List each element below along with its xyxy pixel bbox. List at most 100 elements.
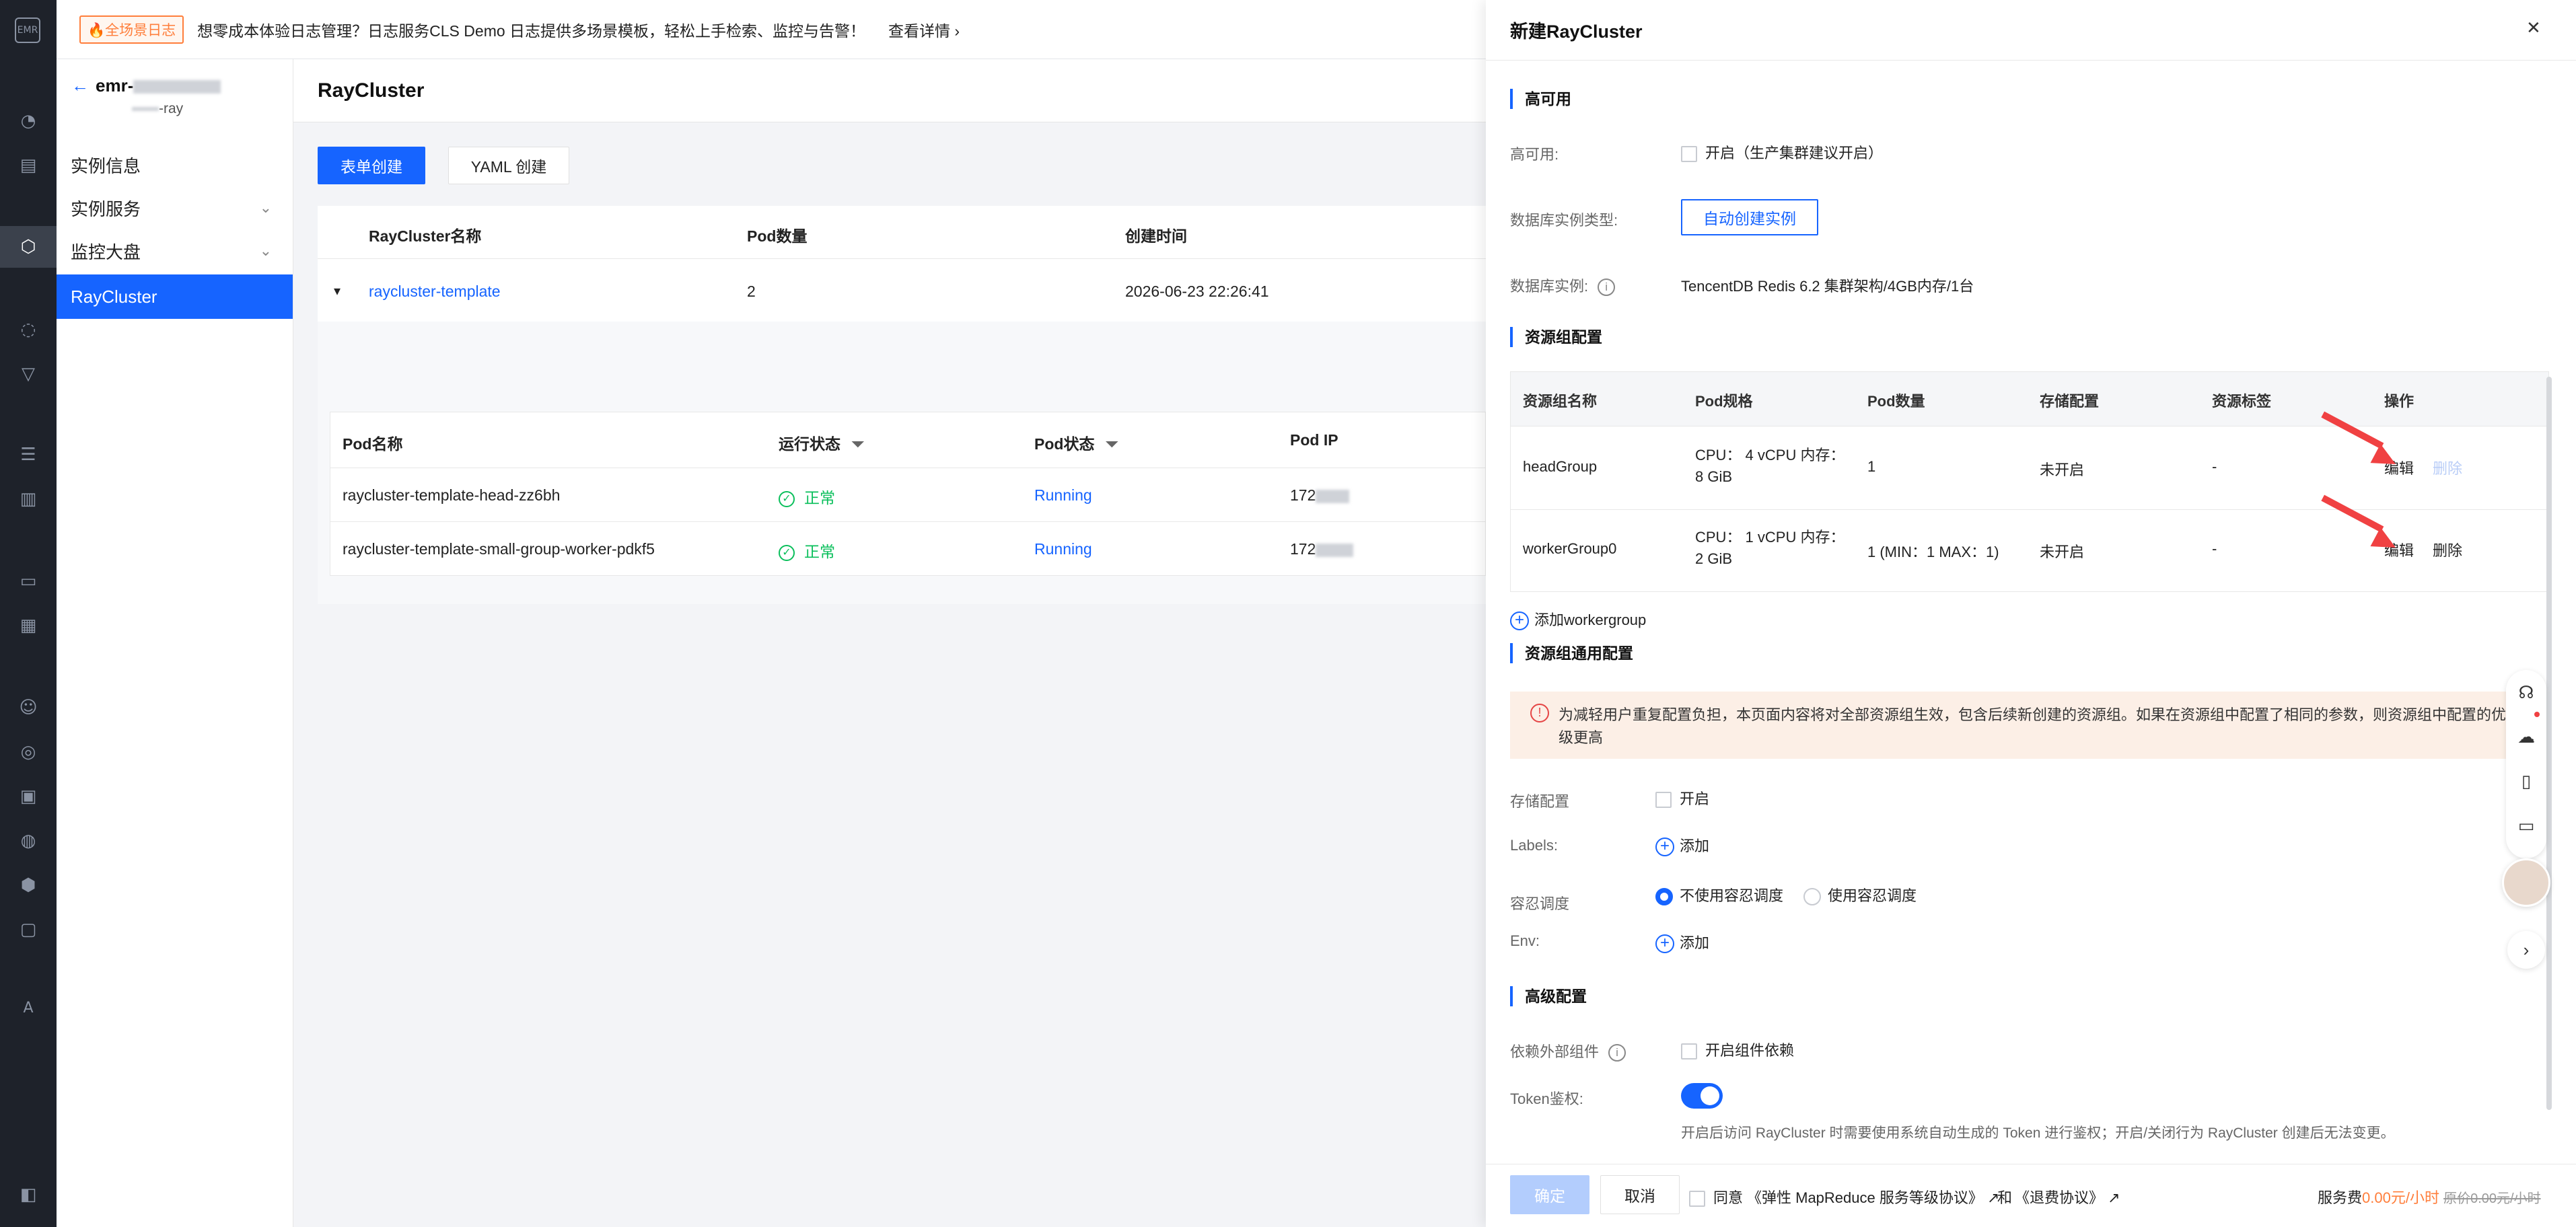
notice-text: 想零成本体验日志管理？日志服务CLS Demo 日志提供多场景模板，轻松上手检索… <box>197 22 866 40</box>
cluster-icon[interactable]: ⬡ <box>0 226 57 268</box>
rg-col-name: 资源组名称 <box>1523 393 1598 410</box>
sidebar-item-instance-services[interactable]: 实例服务 ⌄ <box>71 187 293 229</box>
filter-icon[interactable]: ▽ <box>15 361 42 387</box>
globe-icon[interactable]: ◍ <box>15 827 42 854</box>
ha-label: 高可用: <box>1510 146 1559 163</box>
token-auth-toggle[interactable] <box>1681 1083 1723 1109</box>
collapse-sidebar-icon[interactable]: ◧ <box>15 1181 42 1208</box>
form-create-button[interactable]: 表单创建 <box>318 147 425 184</box>
notice-bar: 🔥全场景日志 想零成本体验日志管理？日志服务CLS Demo 日志提供多场景模板… <box>57 0 1486 59</box>
drawer-scrollbar[interactable] <box>2546 377 2552 1110</box>
resource-group-table: 资源组名称 Pod规格 Pod数量 存储配置 资源标签 操作 headGroup… <box>1510 371 2549 592</box>
rg-spec: CPU： 4 vCPU 内存： 8 GiB <box>1695 447 1845 485</box>
instance-subtitle: -ray <box>132 101 183 117</box>
user-icon[interactable]: ☺ <box>15 694 42 721</box>
warning-icon: ! <box>1530 704 1549 722</box>
refund-agreement-link[interactable]: 《退费协议》 ↗ <box>2015 1186 2120 1207</box>
sla-agreement-link[interactable]: 《弹性 MapReduce 服务等级协议》 ↗ <box>1747 1186 1999 1207</box>
apps-icon[interactable]: ▦ <box>15 612 42 639</box>
pod-table: Pod名称 运行状态 ⏷ Pod状态 ⏷ Pod IP raycluster-t… <box>330 412 1486 576</box>
list-icon[interactable]: ☰ <box>15 441 42 468</box>
labels-add-button[interactable]: + 添加 <box>1655 834 1709 857</box>
filter-icon[interactable]: ⏷ <box>851 435 863 453</box>
plus-circle-icon: + <box>1655 838 1674 857</box>
table-icon[interactable]: ▥ <box>15 486 42 513</box>
add-workergroup-button[interactable]: + 添加workergroup <box>1510 608 1646 631</box>
sidebar-item-raycluster[interactable]: RayCluster <box>57 274 293 319</box>
sidebar-item-instance-info[interactable]: 实例信息 <box>71 144 293 186</box>
speed-icon[interactable]: ◌ <box>15 316 42 343</box>
feedback-icon[interactable]: ▭ <box>2510 810 2542 842</box>
notice-more-link[interactable]: 查看详情 › <box>888 18 960 41</box>
toleration-off-radio[interactable]: 不使用容忍调度 <box>1655 884 1783 906</box>
pod-run-status: ✓ 正常 <box>779 539 835 562</box>
cancel-button[interactable]: 取消 <box>1600 1175 1680 1214</box>
cloud-icon[interactable]: ☁ <box>2510 721 2542 753</box>
emr-logo-icon[interactable]: EMR <box>15 17 40 43</box>
annotation-arrow <box>2315 411 2402 474</box>
dashboard-icon[interactable]: ◔ <box>15 108 42 135</box>
token-label: Token鉴权: <box>1510 1090 1583 1107</box>
book-icon[interactable]: ▯ <box>2510 766 2542 798</box>
toleration-label: 容忍调度 <box>1510 895 1570 912</box>
rg-tags: - <box>2212 540 2217 557</box>
check-circle-icon: ✓ <box>779 544 795 561</box>
ha-checkbox[interactable]: 开启（生产集群建议开启） <box>1681 141 1883 163</box>
rg-storage: 未开启 <box>2040 544 2085 560</box>
rg-delete-link[interactable]: 删除 <box>2433 539 2462 560</box>
storage-checkbox[interactable]: 开启 <box>1655 787 1709 809</box>
pod-name: raycluster-template-head-zz6bh <box>343 486 561 504</box>
expand-caret-icon[interactable]: ▾ <box>334 283 341 299</box>
notice-tag: 🔥全场景日志 <box>79 15 184 44</box>
pod-phase: Running <box>1034 540 1092 558</box>
expand-chevron-icon[interactable]: › <box>2507 931 2545 969</box>
external-link-icon: ↗ <box>2108 1189 2120 1206</box>
agree-checkbox[interactable]: 同意 <box>1689 1186 1743 1207</box>
db-type-label: 数据库实例类型: <box>1510 212 1618 229</box>
assistant-avatar[interactable] <box>2502 858 2550 907</box>
auto-create-instance-button[interactable]: 自动创建实例 <box>1681 199 1818 235</box>
check-circle-icon: ✓ <box>779 490 795 507</box>
pod-col-ip: Pod IP <box>1290 431 1338 449</box>
service-fee: 服务费0.00元/小时 原价0.00元/小时 <box>2318 1189 2541 1206</box>
shield-icon[interactable]: ⬢ <box>15 872 42 899</box>
sidebar-item-monitoring[interactable]: 监控大盘 ⌄ <box>71 230 293 272</box>
terminal-icon[interactable]: ▢ <box>15 916 42 943</box>
toleration-on-radio[interactable]: 使用容忍调度 <box>1803 884 1917 906</box>
instance-sidebar: ← emr- -ray 实例信息 实例服务 ⌄ 监控大盘 ⌄ RayCluster <box>57 59 293 1227</box>
rg-storage: 未开启 <box>2040 461 2085 478</box>
dependency-label: 依赖外部组件 i <box>1510 1040 1626 1062</box>
info-icon[interactable]: i <box>1598 278 1616 297</box>
rg-col-spec: Pod规格 <box>1695 393 1753 410</box>
confirm-button[interactable]: 确定 <box>1510 1175 1589 1214</box>
document-icon[interactable]: ▤ <box>15 152 42 179</box>
server-icon[interactable]: ▭ <box>15 568 42 595</box>
monitor-icon[interactable]: ◎ <box>15 739 42 766</box>
page-title: RayCluster <box>293 59 1486 122</box>
close-icon[interactable]: ✕ <box>2526 17 2541 38</box>
yaml-create-button[interactable]: YAML 创建 <box>448 147 569 184</box>
env-add-button[interactable]: + 添加 <box>1655 931 1709 954</box>
token-hint: 开启后访问 RayCluster 时需要使用系统自动生成的 Token 进行鉴权… <box>1681 1125 2395 1141</box>
fee-value: 0.00元/小时 <box>2362 1189 2439 1206</box>
info-icon[interactable]: i <box>1608 1044 1626 1062</box>
warning-text: 为减轻用户重复配置负担，本页面内容将对全部资源组生效，包含后续新创建的资源组。如… <box>1559 706 2521 746</box>
plus-circle-icon: + <box>1510 611 1529 631</box>
ai-icon[interactable]: A <box>15 994 42 1021</box>
rg-count: 1 (MIN：1 MAX：1) <box>1867 544 1999 560</box>
col-header-pods: Pod数量 <box>747 227 808 245</box>
rg-col-storage: 存储配置 <box>2040 393 2100 410</box>
storage-label: 存储配置 <box>1510 793 1570 810</box>
section-ha: 高可用 <box>1510 89 1571 109</box>
global-nav-rail: EMR ◔ ▤ ⬡ ◌ ▽ ☰ ▥ ▭ ▦ ☺ ◎ ▣ ◍ ⬢ ▢ A ◧ <box>0 0 57 1227</box>
dependency-checkbox[interactable]: 开启组件依赖 <box>1681 1039 1794 1060</box>
headset-icon[interactable]: ☊ <box>2510 677 2542 709</box>
drawer-title: 新建RayCluster <box>1486 0 2576 61</box>
back-arrow-icon[interactable]: ← <box>71 75 89 96</box>
raycluster-name-link[interactable]: raycluster-template <box>369 283 501 301</box>
filter-icon[interactable]: ⏷ <box>1106 435 1118 453</box>
rg-tags: - <box>2212 458 2217 475</box>
pod-ip: 172 <box>1290 540 1354 558</box>
pod-ip: 172 <box>1290 486 1350 505</box>
report-icon[interactable]: ▣ <box>15 783 42 810</box>
